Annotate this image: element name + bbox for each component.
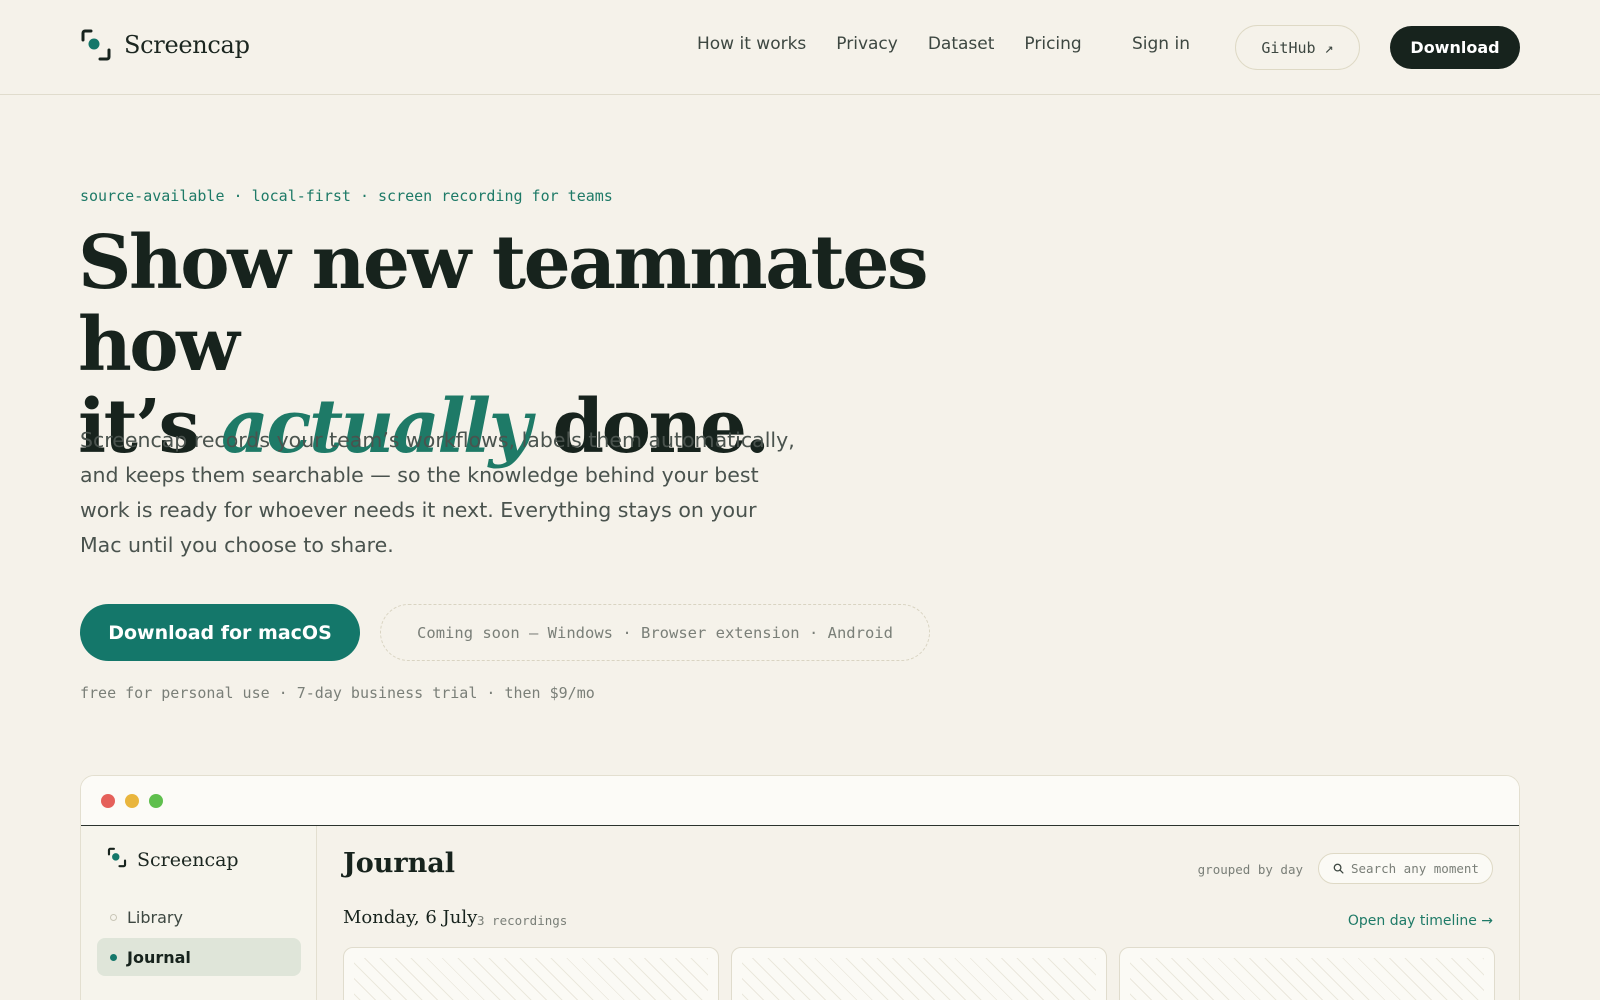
search-icon [1333, 863, 1344, 874]
screencap-logo-icon [107, 847, 127, 872]
download-button[interactable]: Download [1390, 26, 1520, 69]
sidebar-item-library[interactable]: Library [97, 898, 301, 936]
brand-name: Screencap [124, 31, 250, 59]
journal-main: Journal grouped by day Search any moment… [317, 826, 1519, 1000]
headline-line-1: Show new teammates how [78, 220, 929, 388]
nav-link-dataset[interactable]: Dataset [928, 34, 995, 54]
recording-thumbnail [742, 958, 1096, 1000]
day-recording-count: 3 recordings [477, 913, 568, 928]
search-placeholder: Search any moment [1351, 861, 1479, 876]
recording-thumbnail [354, 958, 708, 1000]
open-day-timeline-link[interactable]: Open day timeline → [1348, 913, 1493, 929]
sidebar-brand: Screencap [107, 847, 239, 872]
window-maximize-button[interactable] [149, 794, 163, 808]
recording-card[interactable] [731, 947, 1107, 1000]
day-heading: Monday, 6 July [343, 907, 478, 928]
window-titlebar [81, 776, 1519, 826]
nav-links: How it works Privacy Dataset Pricing [697, 34, 1112, 54]
page-title: Journal [343, 848, 456, 879]
app-preview-window: Screencap Library Journal Journal groupe… [80, 775, 1520, 1000]
sign-in-link[interactable]: Sign in [1132, 34, 1190, 54]
app-sidebar: Screencap Library Journal [81, 826, 317, 1000]
bullet-dot-icon [110, 914, 117, 921]
recording-thumbnail [1130, 958, 1484, 1000]
recording-card[interactable] [343, 947, 719, 1000]
bullet-dot-icon [110, 954, 117, 961]
brand[interactable]: Screencap [80, 28, 250, 62]
sidebar-brand-name: Screencap [137, 848, 239, 871]
nav-link-how-it-works[interactable]: How it works [697, 34, 806, 54]
sidebar-item-label: Journal [127, 947, 191, 967]
nav-link-pricing[interactable]: Pricing [1024, 34, 1081, 54]
hero-eyebrow: source-available · local-first · screen … [80, 187, 613, 205]
top-nav: Screencap How it works Privacy Dataset P… [0, 0, 1600, 95]
coming-soon-pill: Coming soon — Windows · Browser extensio… [380, 604, 930, 661]
recording-card[interactable] [1119, 947, 1495, 1000]
github-button[interactable]: GitHub ↗ [1235, 25, 1360, 70]
sidebar-item-label: Library [127, 907, 183, 927]
nav-link-privacy[interactable]: Privacy [836, 34, 898, 54]
window-minimize-button[interactable] [125, 794, 139, 808]
search-input[interactable]: Search any moment [1318, 853, 1493, 884]
download-macos-button[interactable]: Download for macOS [80, 604, 360, 661]
grouping-label[interactable]: grouped by day [1198, 862, 1303, 877]
hero-lead: Screencap records your team’s workflows,… [80, 428, 795, 557]
window-close-button[interactable] [101, 794, 115, 808]
sidebar-item-journal[interactable]: Journal [97, 938, 301, 976]
screencap-logo-icon [80, 28, 112, 62]
pricing-note: free for personal use · 7-day business t… [80, 684, 595, 702]
